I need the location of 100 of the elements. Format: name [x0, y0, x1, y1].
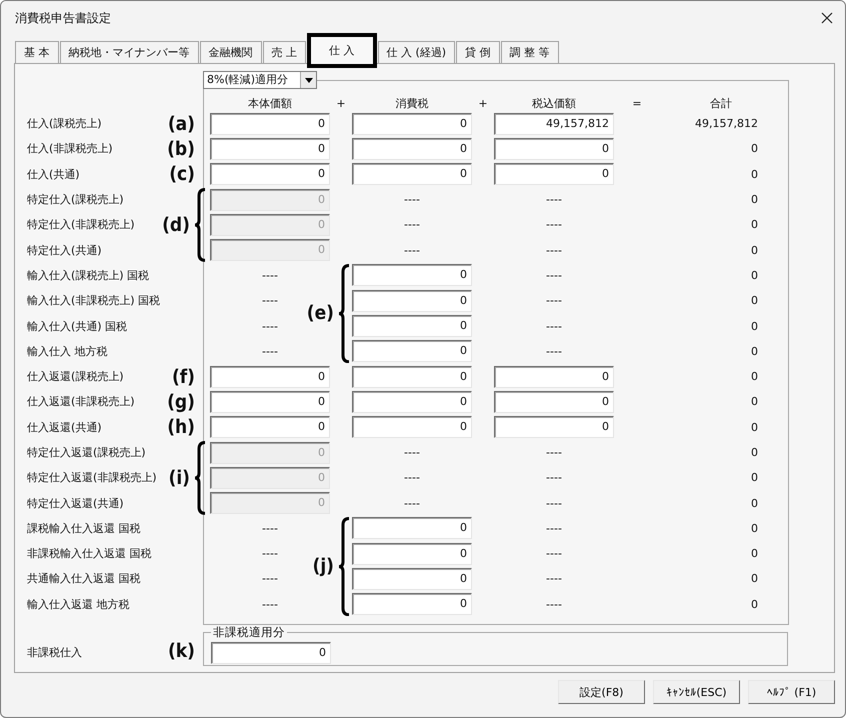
- amount-field[interactable]: 0: [352, 138, 472, 160]
- placeholder-dash: ----: [261, 294, 279, 308]
- column-header: 合計: [709, 96, 733, 110]
- placeholder-dash: ----: [261, 522, 279, 535]
- row-label: 仕入(非課税売上): [27, 141, 113, 156]
- dialog-button[interactable]: ｷｬﾝｾﾙ(ESC): [653, 680, 740, 704]
- placeholder-dash: ----: [403, 193, 421, 206]
- row-label: 仕入(共通): [27, 166, 80, 182]
- tab[interactable]: 売 上: [262, 41, 306, 63]
- amount-field[interactable]: 0: [352, 340, 472, 362]
- annotation-label: (k): [167, 639, 196, 662]
- amount-field[interactable]: 0: [210, 163, 330, 186]
- amount-field[interactable]: 0: [352, 568, 472, 590]
- total-value: 0: [750, 496, 758, 510]
- placeholder-dash: ----: [261, 344, 279, 358]
- amount-field[interactable]: 0: [210, 416, 330, 438]
- amount-field[interactable]: 49,157,812: [494, 112, 614, 135]
- row-label: 輸入仕入(課税売上) 国税: [27, 268, 150, 283]
- placeholder-dash: ----: [545, 268, 563, 282]
- total-value: 0: [750, 344, 758, 358]
- amount-field[interactable]: 0: [210, 390, 330, 413]
- placeholder-dash: ----: [545, 193, 563, 206]
- row-label: 輸入仕入(非課税売上) 国税: [27, 293, 160, 308]
- amount-field: 0: [210, 442, 330, 464]
- total-value: 0: [750, 547, 758, 560]
- row-label: 仕入返還(課税売上): [27, 369, 124, 384]
- total-value: 0: [750, 370, 758, 384]
- amount-field[interactable]: 0: [210, 112, 330, 135]
- row-label: 特定仕入返還(課税売上): [27, 445, 146, 460]
- dialog-button[interactable]: 設定(F8): [558, 680, 645, 704]
- rate-dropdown[interactable]: 8%(軽減)適用分: [203, 71, 317, 89]
- window-title: 消費税申告書設定: [15, 10, 111, 26]
- total-value: 0: [750, 142, 758, 156]
- placeholder-dash: ----: [403, 471, 421, 484]
- placeholder-dash: ----: [545, 598, 563, 611]
- total-value: 0: [750, 446, 758, 459]
- group-title: 非課税適用分: [212, 624, 286, 640]
- placeholder-dash: ----: [545, 218, 563, 232]
- annotation-label: (j): [312, 555, 334, 578]
- tab[interactable]: 調 整 等: [500, 41, 559, 63]
- placeholder-dash: ----: [545, 547, 563, 560]
- operator-sign: =: [631, 96, 643, 110]
- row-label: 非課税輸入仕入返還 国税: [27, 546, 152, 562]
- tab[interactable]: 金融機関: [200, 41, 262, 63]
- tab[interactable]: 納税地・マイナンバー等: [60, 41, 198, 63]
- row-label: 特定仕入(共通): [27, 242, 102, 258]
- amount-field[interactable]: 0: [494, 416, 614, 438]
- placeholder-dash: ----: [545, 320, 563, 333]
- row-label: 仕入返還(非課税売上): [27, 394, 135, 410]
- row-label: 共通輸入仕入返還 国税: [27, 571, 140, 586]
- amount-field[interactable]: 0: [352, 416, 472, 438]
- row-label: 輸入仕入返還 地方税: [27, 596, 130, 612]
- tab[interactable]: 貸 倒: [456, 41, 500, 63]
- amount-field[interactable]: 0: [352, 366, 472, 388]
- placeholder-dash: ----: [403, 446, 421, 459]
- amount-field[interactable]: 0: [352, 542, 472, 565]
- amount-field[interactable]: 0: [210, 138, 330, 160]
- amount-field[interactable]: 0: [494, 163, 614, 186]
- row-label: 特定仕入(課税売上): [27, 192, 124, 208]
- amount-field[interactable]: 0: [494, 390, 614, 413]
- dialog-button[interactable]: ﾍﾙﾌﾟ (F1): [748, 680, 835, 704]
- row-label: 輸入仕入(共通) 国税: [27, 318, 128, 334]
- column-header: 消費税: [394, 96, 430, 110]
- column-header: 税込価額: [531, 96, 577, 110]
- caret-icon: [304, 78, 312, 82]
- amount-field: 0: [210, 466, 330, 489]
- amount-field[interactable]: 0: [494, 138, 614, 160]
- row-label: 仕入(課税売上): [27, 116, 102, 132]
- placeholder-dash: ----: [261, 547, 279, 560]
- placeholder-dash: ----: [261, 268, 279, 282]
- amount-field[interactable]: 0: [352, 390, 472, 413]
- tab[interactable]: 仕 入: [307, 33, 376, 68]
- placeholder-dash: ----: [545, 471, 563, 484]
- amount-field: 0: [210, 492, 330, 514]
- amount-field[interactable]: 0: [352, 517, 472, 540]
- row-label: 課税輸入仕入返還 国税: [27, 520, 140, 536]
- placeholder-dash: ----: [403, 496, 421, 510]
- amount-field[interactable]: 0: [352, 290, 472, 312]
- amount-field[interactable]: 0: [494, 366, 614, 388]
- amount-field[interactable]: 0: [352, 315, 472, 338]
- amount-field[interactable]: 0: [352, 264, 472, 286]
- amount-field[interactable]: 0: [211, 642, 331, 664]
- placeholder-dash: ----: [545, 572, 563, 586]
- total-value: 0: [750, 395, 758, 408]
- amount-field[interactable]: 0: [352, 163, 472, 186]
- tab[interactable]: 基 本: [15, 41, 58, 63]
- amount-field[interactable]: 0: [352, 593, 472, 616]
- amount-field[interactable]: 0: [210, 366, 330, 388]
- operator-sign: +: [477, 96, 489, 110]
- annotation-label: (a): [168, 112, 195, 135]
- row-label: 特定仕入返還(非課税売上): [27, 470, 157, 486]
- amount-field: 0: [210, 239, 330, 262]
- row-label: 特定仕入返還(共通): [27, 496, 124, 511]
- tab[interactable]: 仕 入 (経過): [378, 41, 456, 63]
- close-icon[interactable]: [821, 12, 833, 24]
- annotation-label: (f): [172, 366, 195, 388]
- annotation-label: (h): [167, 416, 195, 438]
- total-value: 0: [750, 598, 758, 611]
- column-header: 本体価額: [247, 96, 293, 110]
- amount-field[interactable]: 0: [352, 112, 472, 135]
